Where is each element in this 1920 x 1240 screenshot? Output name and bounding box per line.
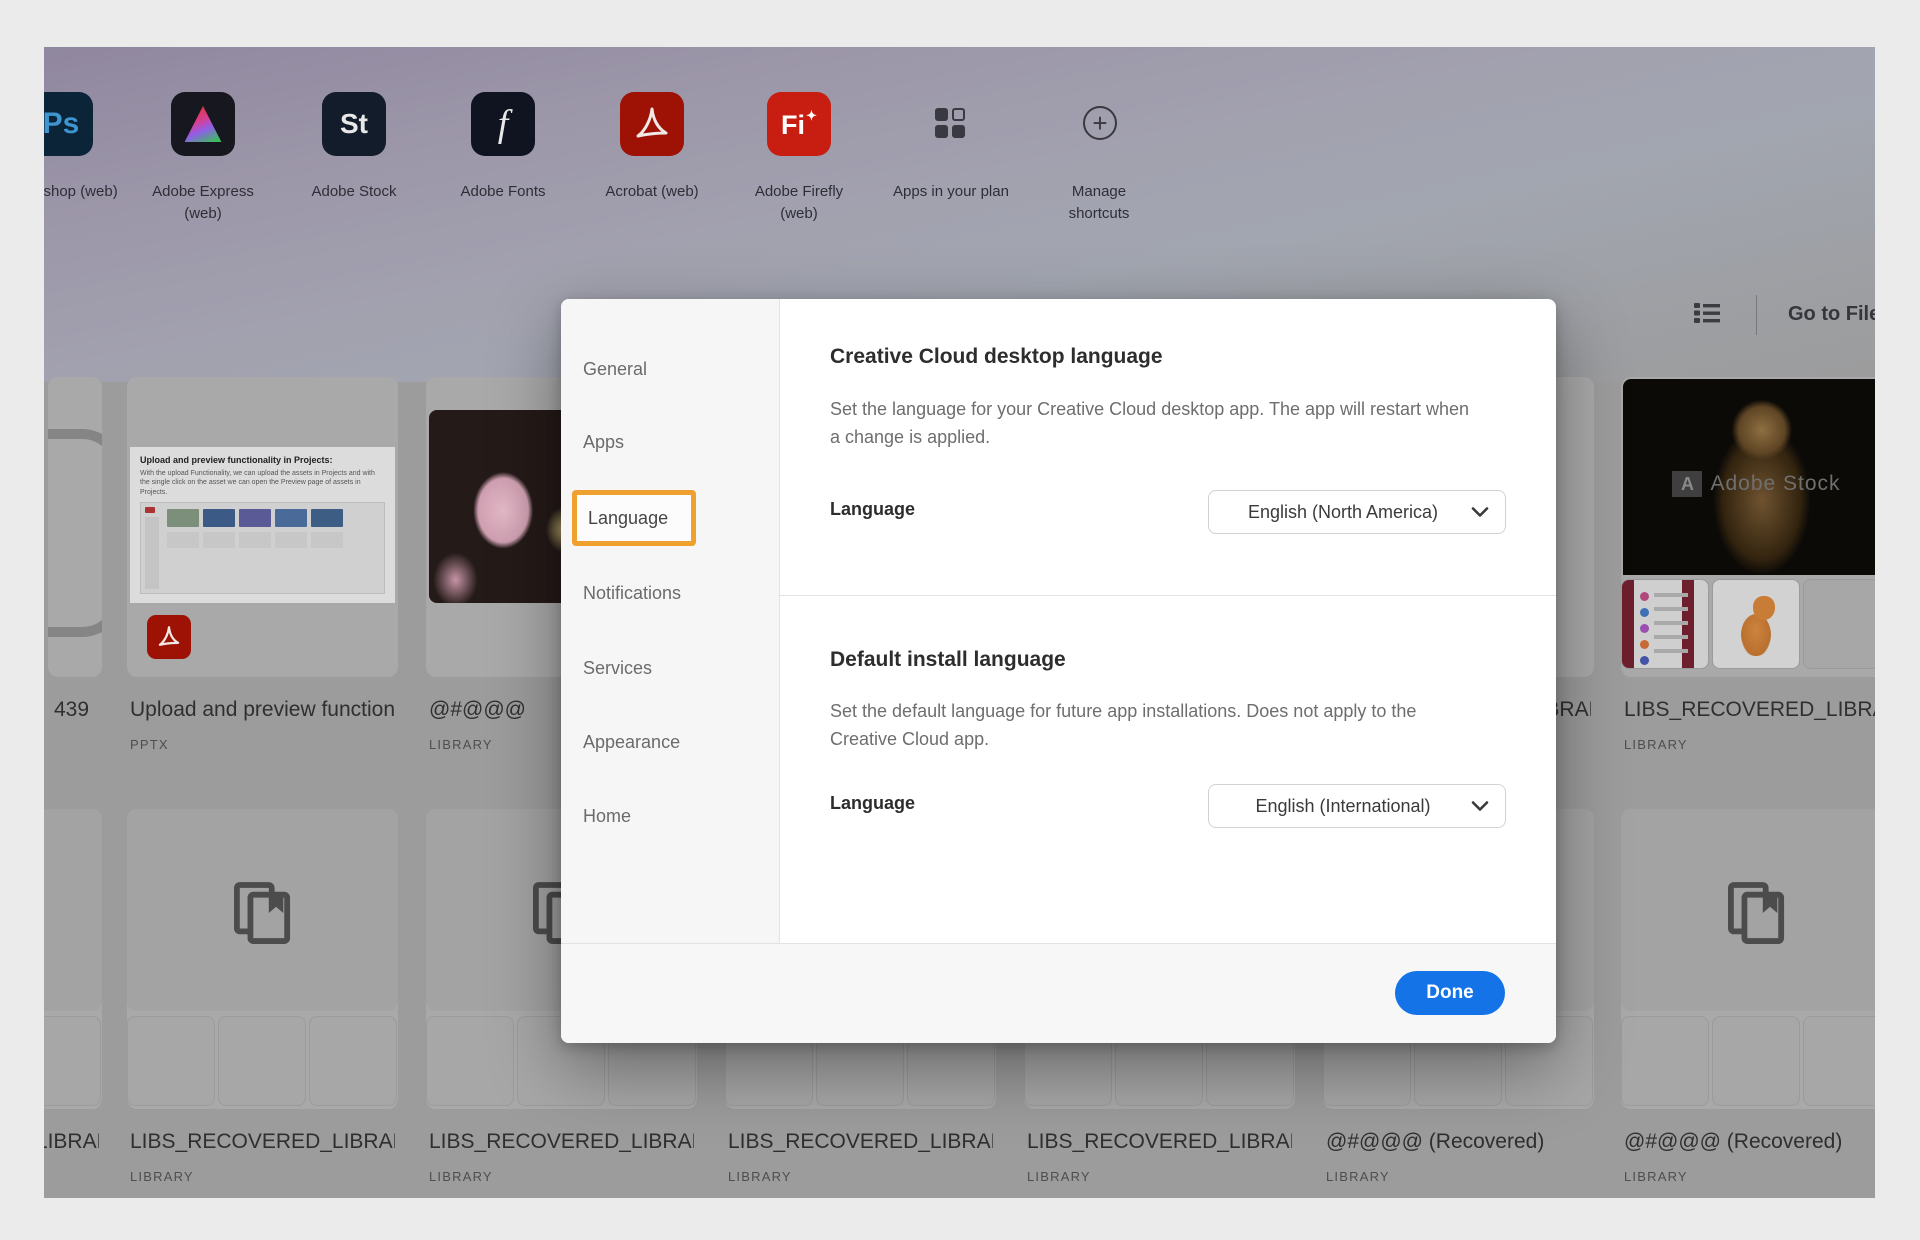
language-field-label: Language (830, 793, 915, 814)
asset-thumbnail (1621, 579, 1709, 669)
sidebar-item-home[interactable]: Home (583, 806, 631, 827)
adobe-firefly-label: Adobe Firefly (web) (737, 181, 861, 225)
photoshop-label: Photoshop (web) (44, 181, 123, 203)
card-type-badge: LIBRARY (1326, 1169, 1390, 1184)
card-type-badge: LIBRARY (130, 1169, 194, 1184)
card-title: LIBS_RECOVERED_LIBRARY (130, 1130, 395, 1154)
library-card[interactable]: 439 (48, 377, 102, 787)
adobe-fonts-label: Adobe Fonts (441, 181, 565, 203)
library-card[interactable]: Upload and preview functionality in Proj… (127, 377, 398, 787)
section-heading: Default install language (830, 648, 1066, 672)
sidebar-item-general[interactable]: General (583, 359, 647, 380)
sidebar-item-notifications[interactable]: Notifications (583, 583, 681, 604)
library-card[interactable]: A Adobe Stock LIBS_RECOVERED_LIBRARY LIB… (1621, 377, 1875, 787)
section-description: Set the default language for future app … (830, 698, 1480, 754)
sidebar-item-appearance[interactable]: Appearance (583, 732, 680, 753)
card-title: LIBS_RECOVERED_LIBRARY (1027, 1130, 1292, 1154)
file-outline-icon (48, 429, 102, 637)
card-title: LIBS_RECOVERED_LIBRARY (1624, 698, 1875, 722)
tutorial-highlight-box: Language (572, 490, 696, 546)
adobe-firefly-logo: Fi✦ (781, 108, 817, 141)
document-body: With the upload Functionality, we can up… (140, 469, 385, 497)
adobe-express-label: Adobe Express (web) (141, 181, 265, 225)
adobe-firefly-app-icon[interactable]: Fi✦ (767, 92, 831, 156)
sidebar-item-services[interactable]: Services (583, 658, 652, 679)
card-title: Upload and preview function... (130, 698, 395, 722)
library-card[interactable]: LIBS_RECOVERED_LIBRARY LIBRARY (44, 809, 102, 1198)
card-title: LIBS_RECOVERED_LIBRARY (429, 1130, 694, 1154)
apps-in-plan-label: Apps in your plan (889, 181, 1013, 203)
manage-shortcuts-label: Manage shortcuts (1057, 181, 1141, 225)
card-type-badge: LIBRARY (728, 1169, 792, 1184)
adobe-stock-watermark: A Adobe Stock (1672, 471, 1840, 497)
library-card[interactable]: @#@@@ (Recovered) LIBRARY (1621, 809, 1875, 1198)
adobe-fonts-logo: f (498, 102, 509, 146)
acrobat-app-icon[interactable] (620, 92, 684, 156)
card-type-badge: LIBRARY (429, 1169, 493, 1184)
card-type-badge: LIBRARY (1624, 1169, 1688, 1184)
photoshop-logo: Ps (44, 107, 79, 141)
card-title: LIBS_RECOVERED_LIBRARY (728, 1130, 993, 1154)
desktop-language-dropdown[interactable]: English (North America) (1208, 490, 1506, 534)
library-icon (234, 882, 292, 946)
card-type-badge: PPTX (130, 737, 169, 752)
install-language-dropdown[interactable]: English (International) (1208, 784, 1506, 828)
preferences-dialog: General Apps Language Notifications Serv… (561, 299, 1556, 1043)
chevron-down-icon (1471, 506, 1489, 518)
sidebar-item-language[interactable]: Language (577, 508, 668, 529)
chevron-down-icon (1471, 800, 1489, 812)
photoshop-app-icon[interactable]: Ps (44, 92, 93, 156)
card-title: LIBS_RECOVERED_LIBRARY (44, 1130, 99, 1154)
pdf-file-icon (147, 615, 191, 659)
manage-shortcuts-icon[interactable]: + (1083, 106, 1117, 140)
adobe-express-logo (183, 106, 223, 142)
toolbar-divider (1756, 295, 1757, 335)
card-title: 439 (54, 698, 99, 722)
apps-in-plan-icon[interactable] (935, 108, 967, 140)
done-button[interactable]: Done (1395, 971, 1505, 1015)
app-window: Ps Photoshop (web) Adobe Express (web) S… (44, 47, 1875, 1198)
library-card[interactable]: LIBS_RECOVERED_LIBRARY LIBRARY (127, 809, 398, 1198)
card-thumbnail (1621, 809, 1875, 1109)
card-thumbnail: A Adobe Stock (1621, 377, 1875, 677)
document-heading: Upload and preview functionality in Proj… (140, 455, 385, 465)
asset-thumbnail (1803, 579, 1875, 669)
sidebar-item-apps[interactable]: Apps (583, 432, 624, 453)
adobe-stock-label: Adobe Stock (292, 181, 416, 203)
card-thumbnail (127, 809, 398, 1109)
section-heading: Creative Cloud desktop language (830, 345, 1163, 369)
list-view-icon[interactable] (1694, 302, 1720, 324)
card-type-badge: LIBRARY (1027, 1169, 1091, 1184)
card-title: @#@@@ (Recovered) (1326, 1130, 1591, 1154)
acrobat-logo (632, 104, 672, 144)
preferences-sidebar: General Apps Language Notifications Serv… (561, 299, 780, 1043)
section-divider (780, 595, 1556, 596)
lion-photo: A Adobe Stock (1623, 379, 1875, 575)
library-icon (1728, 882, 1786, 946)
language-field-label: Language (830, 499, 915, 520)
asset-thumbnail (1712, 579, 1800, 669)
adobe-stock-app-icon[interactable]: St (322, 92, 386, 156)
adobe-fonts-app-icon[interactable]: f (471, 92, 535, 156)
adobe-stock-logo: St (340, 108, 368, 140)
selected-language-value: English (International) (1209, 796, 1471, 817)
card-title: @#@@@ (Recovered) (1624, 1130, 1875, 1154)
selected-language-value: English (North America) (1209, 502, 1471, 523)
dialog-footer: Done (561, 943, 1556, 1043)
acrobat-label: Acrobat (web) (590, 181, 714, 203)
card-type-badge: LIBRARY (1624, 737, 1688, 752)
document-screenshot (140, 502, 385, 594)
card-type-badge: LIBRARY (429, 737, 493, 752)
document-preview: Upload and preview functionality in Proj… (130, 447, 395, 603)
card-thumbnail (48, 377, 102, 677)
adobe-express-app-icon[interactable] (171, 92, 235, 156)
card-thumbnail: Upload and preview functionality in Proj… (127, 377, 398, 677)
go-to-file-link[interactable]: Go to File (1788, 303, 1875, 326)
section-description: Set the language for your Creative Cloud… (830, 396, 1480, 452)
card-thumbnail (44, 809, 102, 1109)
